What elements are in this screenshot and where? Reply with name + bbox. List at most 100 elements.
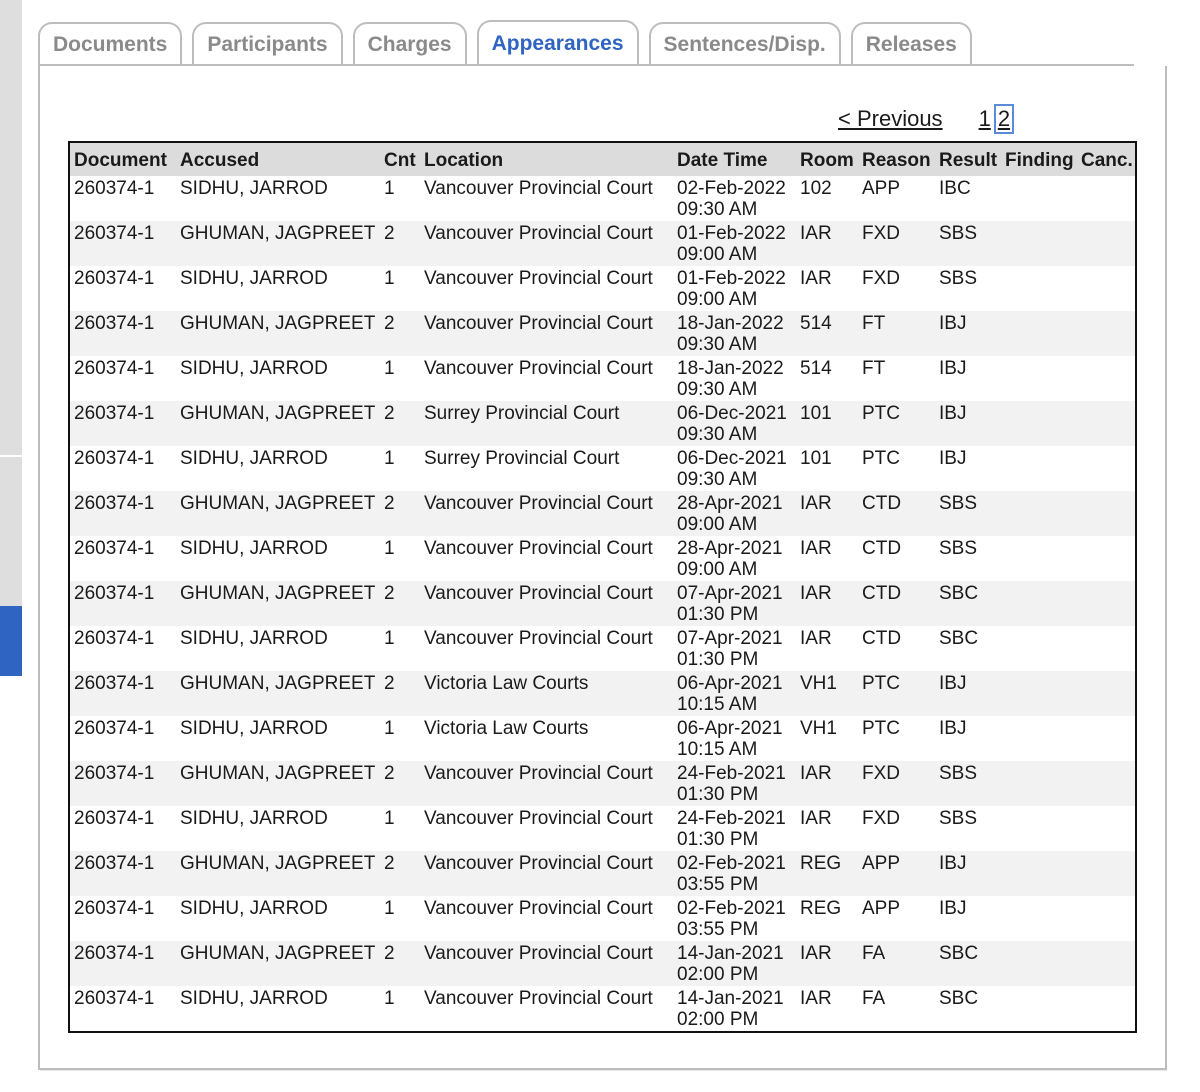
cell-date: 07-Apr-2021 <box>677 628 783 649</box>
column-header-room[interactable]: Room <box>796 143 858 176</box>
cell-result: SBC <box>935 581 1001 626</box>
cell-date-time: 18-Jan-2022 09:30 AM <box>673 356 796 401</box>
cell-document: 260374-1 <box>70 761 176 806</box>
cell-finding <box>1001 806 1077 851</box>
page-link-2-current[interactable]: 2 <box>993 104 1015 134</box>
cell-canc <box>1077 896 1135 941</box>
table-row[interactable]: 260374-1 SIDHU, JARROD 1 Victoria Law Court… <box>70 716 1135 761</box>
cell-location: Vancouver Provincial Court <box>420 536 673 581</box>
table-row[interactable]: 260374-1 GHUMAN, JAGPREET 2 Surrey Provinci… <box>70 401 1135 446</box>
cell-room: 102 <box>796 176 858 221</box>
table-row[interactable]: 260374-1 GHUMAN, JAGPREET 2 Vancouver Provi… <box>70 851 1135 896</box>
table-row[interactable]: 260374-1 GHUMAN, JAGPREET 2 Victoria Law Co… <box>70 671 1135 716</box>
cell-time: 09:00 AM <box>677 244 758 265</box>
cell-time: 01:30 PM <box>677 649 759 670</box>
cell-document: 260374-1 <box>70 986 176 1031</box>
cell-room: IAR <box>796 221 858 266</box>
cell-date-time: 28-Apr-2021 09:00 AM <box>673 491 796 536</box>
table-row[interactable]: 260374-1 GHUMAN, JAGPREET 2 Vancouver Provi… <box>70 491 1135 536</box>
cell-time: 03:55 PM <box>677 874 759 895</box>
tab-documents[interactable]: Documents <box>38 22 183 66</box>
cell-result: IBJ <box>935 356 1001 401</box>
cell-time: 09:30 AM <box>677 424 758 445</box>
table-row[interactable]: 260374-1 GHUMAN, JAGPREET 2 Vancouver Provi… <box>70 221 1135 266</box>
cell-time: 02:00 PM <box>677 1009 759 1030</box>
table-row[interactable]: 260374-1 SIDHU, JARROD 1 Vancouver Provinci… <box>70 176 1135 221</box>
cell-room: 514 <box>796 356 858 401</box>
cell-reason: CTD <box>858 626 935 671</box>
tab-appearances[interactable]: Appearances <box>476 20 639 66</box>
column-header-date-time[interactable]: Date Time <box>673 143 796 176</box>
cell-cnt: 2 <box>380 761 420 806</box>
cell-date-time: 28-Apr-2021 09:00 AM <box>673 536 796 581</box>
tab-releases[interactable]: Releases <box>850 22 972 66</box>
cell-time: 09:00 AM <box>677 289 758 310</box>
cell-time: 01:30 PM <box>677 829 759 850</box>
cell-accused: SIDHU, JARROD <box>176 266 380 311</box>
cell-cnt: 2 <box>380 311 420 356</box>
tab-participants[interactable]: Participants <box>192 22 343 66</box>
column-header-location[interactable]: Location <box>420 143 673 176</box>
cell-result: IBJ <box>935 716 1001 761</box>
cell-reason: FXD <box>858 761 935 806</box>
table-row[interactable]: 260374-1 SIDHU, JARROD 1 Vancouver Provinci… <box>70 626 1135 671</box>
sidebar-active-marker[interactable] <box>0 606 22 676</box>
cell-document: 260374-1 <box>70 851 176 896</box>
table-row[interactable]: 260374-1 GHUMAN, JAGPREET 2 Vancouver Provi… <box>70 581 1135 626</box>
table-header-row: Document Accused Cnt Location Date Time … <box>70 143 1135 176</box>
cell-accused: SIDHU, JARROD <box>176 716 380 761</box>
cell-document: 260374-1 <box>70 671 176 716</box>
cell-reason: PTC <box>858 401 935 446</box>
cell-document: 260374-1 <box>70 311 176 356</box>
table-row[interactable]: 260374-1 SIDHU, JARROD 1 Vancouver Provinci… <box>70 266 1135 311</box>
table-row[interactable]: 260374-1 SIDHU, JARROD 1 Vancouver Provinci… <box>70 536 1135 581</box>
cell-location: Vancouver Provincial Court <box>420 626 673 671</box>
cell-time: 09:00 AM <box>677 514 758 535</box>
table-row[interactable]: 260374-1 SIDHU, JARROD 1 Vancouver Provinci… <box>70 896 1135 941</box>
cell-date: 02-Feb-2021 <box>677 853 786 874</box>
cell-date: 02-Feb-2021 <box>677 898 786 919</box>
cell-document: 260374-1 <box>70 536 176 581</box>
page-link-1[interactable]: 1 <box>978 106 992 132</box>
table-row[interactable]: 260374-1 SIDHU, JARROD 1 Vancouver Provinci… <box>70 986 1135 1031</box>
tab-sentences-disp[interactable]: Sentences/Disp. <box>648 22 841 66</box>
cell-document: 260374-1 <box>70 221 176 266</box>
cell-accused: SIDHU, JARROD <box>176 356 380 401</box>
cell-location: Vancouver Provincial Court <box>420 221 673 266</box>
column-header-document[interactable]: Document <box>70 143 176 176</box>
sidebar-panel <box>0 0 22 676</box>
cell-result: SBS <box>935 266 1001 311</box>
cell-canc <box>1077 266 1135 311</box>
column-header-accused[interactable]: Accused <box>176 143 380 176</box>
column-header-cnt[interactable]: Cnt <box>380 143 420 176</box>
cell-document: 260374-1 <box>70 716 176 761</box>
previous-page-link[interactable]: < Previous <box>838 106 943 132</box>
cell-room: IAR <box>796 761 858 806</box>
tab-charges[interactable]: Charges <box>352 22 467 66</box>
cell-document: 260374-1 <box>70 581 176 626</box>
table-row[interactable]: 260374-1 SIDHU, JARROD 1 Vancouver Provinci… <box>70 806 1135 851</box>
cell-finding <box>1001 761 1077 806</box>
cell-accused: SIDHU, JARROD <box>176 536 380 581</box>
table-row[interactable]: 260374-1 GHUMAN, JAGPREET 2 Vancouver Provi… <box>70 311 1135 356</box>
cell-room: 514 <box>796 311 858 356</box>
cell-cnt: 1 <box>380 446 420 491</box>
column-header-reason[interactable]: Reason <box>858 143 935 176</box>
cell-document: 260374-1 <box>70 896 176 941</box>
cell-date-time: 06-Apr-2021 10:15 AM <box>673 716 796 761</box>
cell-canc <box>1077 581 1135 626</box>
table-row[interactable]: 260374-1 GHUMAN, JAGPREET 2 Vancouver Provi… <box>70 761 1135 806</box>
cell-finding <box>1001 851 1077 896</box>
table-row[interactable]: 260374-1 SIDHU, JARROD 1 Vancouver Provinci… <box>70 356 1135 401</box>
cell-date-time: 06-Dec-2021 09:30 AM <box>673 401 796 446</box>
column-header-canc[interactable]: Canc. <box>1077 143 1135 176</box>
table-row[interactable]: 260374-1 SIDHU, JARROD 1 Surrey Provincial … <box>70 446 1135 491</box>
cell-canc <box>1077 446 1135 491</box>
table-row[interactable]: 260374-1 GHUMAN, JAGPREET 2 Vancouver Provi… <box>70 941 1135 986</box>
column-header-result[interactable]: Result <box>935 143 1001 176</box>
cell-room: IAR <box>796 266 858 311</box>
cell-room: 101 <box>796 401 858 446</box>
cell-cnt: 1 <box>380 806 420 851</box>
cell-result: IBJ <box>935 671 1001 716</box>
column-header-finding[interactable]: Finding <box>1001 143 1077 176</box>
